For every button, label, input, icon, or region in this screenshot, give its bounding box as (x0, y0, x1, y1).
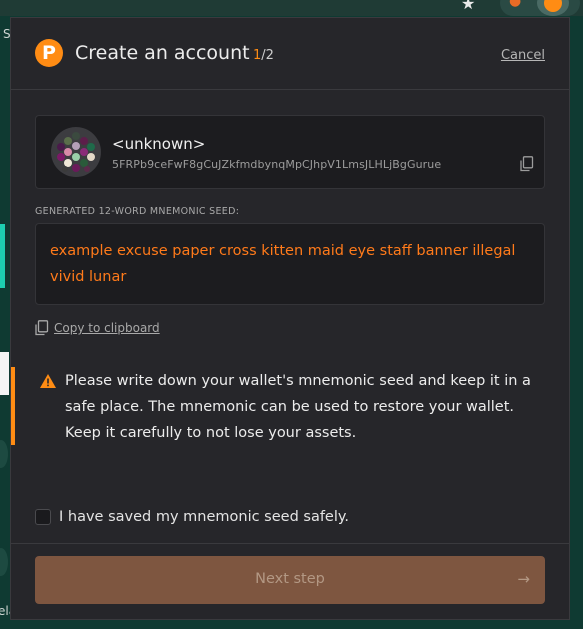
star-icon[interactable]: ★ (461, 0, 475, 13)
account-address: 5FRPb9ceFwF8gCuJZkfmdbynqMpCJhpV1LmsJLHL… (112, 158, 442, 171)
warning-text: Please write down your wallet's mnemonic… (65, 373, 531, 441)
background-panel (0, 352, 9, 395)
page-title: Create an account (75, 42, 250, 64)
step-indicator: 1/2 (253, 48, 274, 63)
cancel-link[interactable]: Cancel (501, 48, 545, 63)
mnemonic-seed-box: example excuse paper cross kitten maid e… (35, 223, 545, 305)
warning-accent-bar (11, 367, 15, 445)
create-account-popup: P Create an account 1/2 Cancel <unknown>… (10, 17, 570, 620)
background-accent-bar (0, 224, 5, 288)
saved-seed-label[interactable]: I have saved my mnemonic seed safely. (59, 509, 349, 525)
browser-toolbar (0, 0, 583, 16)
saved-seed-checkbox[interactable] (35, 509, 51, 525)
fox-extension-icon[interactable]: ● (509, 0, 521, 9)
account-name: <unknown> (112, 135, 206, 153)
copy-icon[interactable] (520, 156, 534, 172)
step-total: /2 (261, 48, 274, 63)
identicon (51, 127, 101, 177)
background-circle (0, 548, 8, 576)
next-step-button[interactable]: Next step → (35, 556, 545, 604)
popup-header: P Create an account 1/2 Cancel (11, 18, 569, 90)
arrow-right-icon: → (517, 570, 530, 588)
account-card: <unknown> 5FRPb9ceFwF8gCuJZkfmdbynqMpCJh… (35, 115, 545, 189)
next-step-label: Next step (255, 571, 325, 587)
clipboard-icon (35, 320, 49, 336)
warning-icon (40, 374, 56, 388)
footer-divider (11, 543, 569, 544)
background-circle (0, 440, 8, 468)
polkadot-logo-icon: P (35, 39, 63, 67)
seed-label: GENERATED 12-WORD MNEMONIC SEED: (35, 206, 240, 217)
copy-to-clipboard-label: Copy to clipboard (54, 321, 160, 335)
